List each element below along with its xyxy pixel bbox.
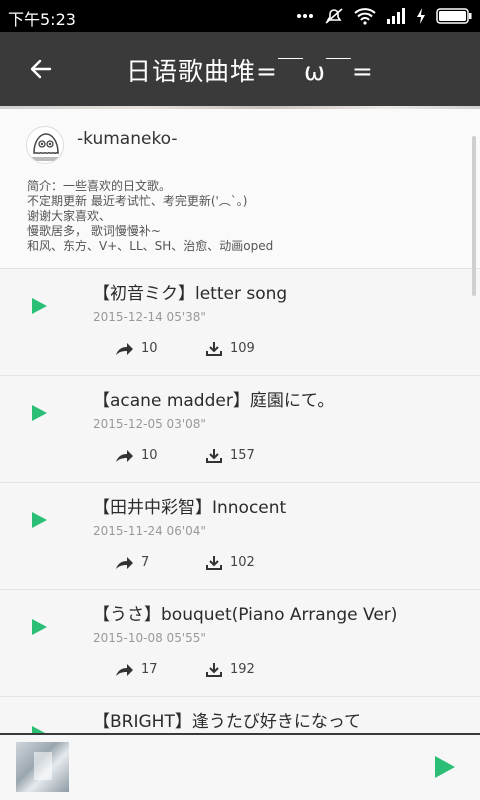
more-dots-icon <box>297 14 313 18</box>
download-count: 157 <box>230 448 255 463</box>
battery-icon <box>436 8 472 24</box>
share-icon <box>116 342 133 355</box>
status-icons <box>296 6 472 26</box>
album-cover[interactable] <box>16 742 69 792</box>
signal-icon <box>387 8 405 24</box>
wifi-icon <box>354 8 376 25</box>
description-line: 简介：一些喜欢的日文歌。 <box>27 179 172 193</box>
share-stat[interactable]: 10 <box>115 448 158 463</box>
download-count: 102 <box>230 555 255 570</box>
back-arrow-icon[interactable] <box>28 56 54 82</box>
mini-player[interactable] <box>0 733 480 800</box>
song-title: 【田井中彩智】Innocent <box>93 498 287 518</box>
song-title: 【acane madder】庭園にて。 <box>93 391 335 411</box>
status-time: 下午5:23 <box>8 10 76 29</box>
song-row[interactable]: 【田井中彩智】Innocent 2015-11-24 06'04" 7 102 <box>0 483 480 590</box>
play-icon[interactable] <box>30 404 48 422</box>
song-row[interactable]: 【初音ミク】letter song 2015-12-14 05'38" 10 1… <box>0 269 480 376</box>
song-date: 2015-10-08 05'55" <box>93 631 206 645</box>
play-icon[interactable] <box>30 297 48 315</box>
download-count: 192 <box>230 662 255 677</box>
ghost-avatar-icon <box>32 133 60 161</box>
download-icon <box>206 556 222 570</box>
charging-icon <box>417 8 425 24</box>
song-row[interactable]: 【acane madder】庭園にて。 2015-12-05 03'08" 10… <box>0 376 480 483</box>
share-count: 17 <box>141 662 158 677</box>
song-title: 【うさ】bouquet(Piano Arrange Ver) <box>93 605 398 625</box>
download-stat[interactable]: 192 <box>206 662 255 677</box>
song-title: 【初音ミク】letter song <box>93 284 288 304</box>
description-line: 慢歌居多， 歌词慢慢补~ <box>27 224 161 238</box>
play-icon[interactable] <box>30 725 48 733</box>
song-row[interactable]: 【BRIGHT】逢うたび好きになって <box>0 697 480 733</box>
download-count: 109 <box>230 341 255 356</box>
song-date: 2015-11-24 06'04" <box>93 524 206 538</box>
description-line: 不定期更新 最近考试忙、考完更新('︵`｡) <box>27 194 248 208</box>
download-icon <box>206 449 222 463</box>
play-icon[interactable] <box>30 511 48 529</box>
song-row[interactable]: 【うさ】bouquet(Piano Arrange Ver) 2015-10-0… <box>0 590 480 697</box>
share-stat[interactable]: 7 <box>115 555 149 570</box>
share-count: 7 <box>141 555 150 570</box>
song-title: 【BRIGHT】逢うたび好きになって <box>93 712 361 732</box>
download-stat[interactable]: 157 <box>206 448 255 463</box>
scrollbar[interactable] <box>472 136 476 296</box>
play-icon[interactable] <box>30 618 48 636</box>
download-stat[interactable]: 102 <box>206 555 255 570</box>
share-stat[interactable]: 10 <box>115 341 158 356</box>
description-line: 谢谢大家喜欢、 <box>27 209 112 223</box>
download-stat[interactable]: 109 <box>206 341 255 356</box>
playlist-header: -kumaneko- 简介：一些喜欢的日文歌。 不定期更新 最近考试忙、考完更新… <box>0 109 480 269</box>
share-stat[interactable]: 17 <box>115 662 158 677</box>
share-count: 10 <box>141 341 158 356</box>
playlist-description: 简介：一些喜欢的日文歌。 不定期更新 最近考试忙、考完更新('︵`｡) 谢谢大家… <box>27 179 457 254</box>
song-date: 2015-12-14 05'38" <box>93 310 206 324</box>
download-icon <box>206 342 222 356</box>
download-icon <box>206 663 222 677</box>
playlist-content[interactable]: -kumaneko- 简介：一些喜欢的日文歌。 不定期更新 最近考试忙、考完更新… <box>0 106 480 733</box>
description-line: 和风、东方、V+、LL、SH、治愈、动画oped <box>27 239 274 253</box>
author-name[interactable]: -kumaneko- <box>77 129 178 149</box>
mute-icon <box>325 8 343 24</box>
song-list: 【初音ミク】letter song 2015-12-14 05'38" 10 1… <box>0 269 480 733</box>
play-icon[interactable] <box>432 755 456 779</box>
share-count: 10 <box>141 448 158 463</box>
page-title: 日语歌曲堆=￣ω￣= <box>126 57 374 86</box>
author-avatar[interactable] <box>26 126 64 164</box>
status-bar: 下午5:23 <box>0 0 480 32</box>
app-bar: 日语歌曲堆=￣ω￣= <box>0 32 480 106</box>
share-icon <box>116 449 133 462</box>
share-icon <box>116 556 133 569</box>
song-date: 2015-12-05 03'08" <box>93 417 206 431</box>
share-icon <box>116 663 133 676</box>
